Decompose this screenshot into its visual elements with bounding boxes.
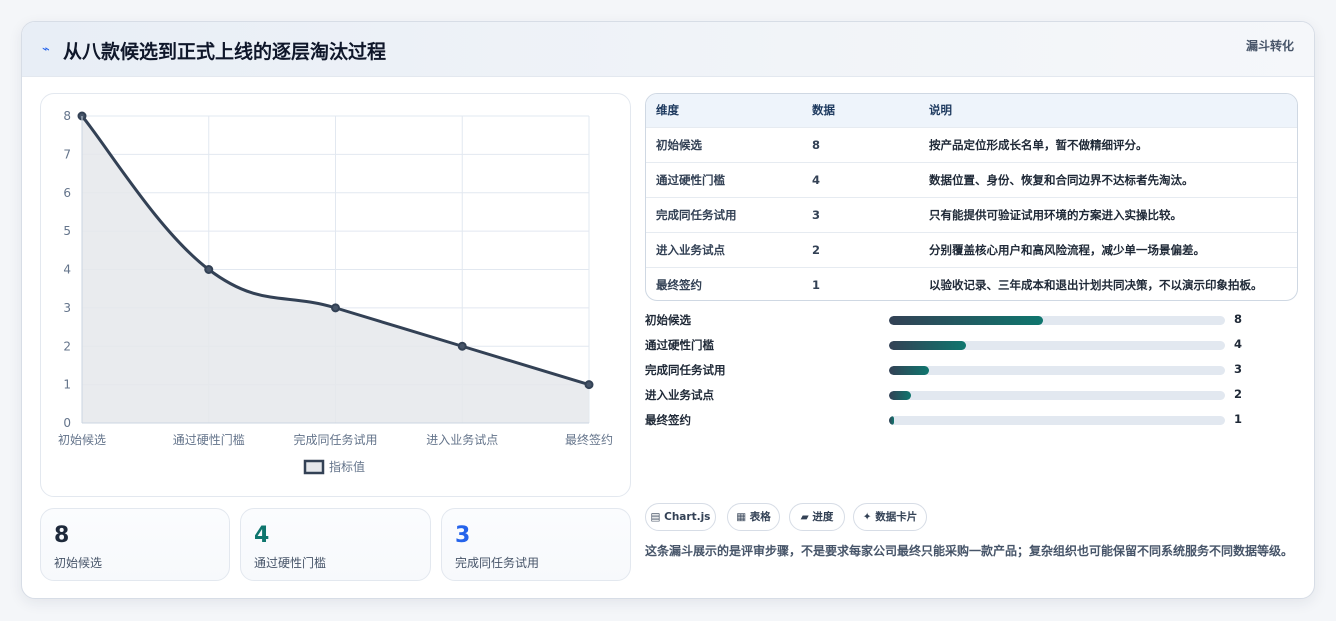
stat-label: 初始候选 — [54, 556, 103, 570]
progress-fill — [889, 341, 966, 350]
data-point — [331, 303, 340, 313]
stat-value: 3 — [455, 523, 471, 548]
stat-label: 通过硬性门槛 — [254, 556, 327, 570]
progress-track — [889, 341, 1225, 350]
progress-label: 初始候选 — [645, 313, 691, 327]
x-tick-label: 完成同任务试用 — [293, 432, 377, 447]
funnel-card: ⌁ 从八款候选到正式上线的逐层淘汰过程 漏斗转化 0 1 2 3 4 5 6 7 8 初始候选 通过… — [21, 21, 1315, 599]
legend-label: 指标值 — [329, 459, 365, 474]
table-cell: 数据位置、身份、恢复和合同边界不达标者先淘汰。 — [919, 161, 1297, 197]
progress-row: 最终签约 1 — [645, 412, 1298, 430]
stat-label: 完成同任务试用 — [455, 556, 540, 570]
x-tick-label: 进入业务试点 — [426, 432, 498, 447]
y-tick-label: 5 — [63, 224, 71, 238]
y-tick-label: 3 — [63, 301, 71, 315]
table-cell: 最终签约 — [646, 266, 802, 300]
progress-fill — [889, 366, 930, 375]
table-cell: 分别覆盖核心用户和高风险流程，减少单一场景偏差。 — [919, 231, 1297, 267]
lightning-icon: ⌁ — [42, 42, 50, 57]
card-header: ⌁ 从八款候选到正式上线的逐层淘汰过程 漏斗转化 — [22, 22, 1314, 77]
table-cell: 只有能提供可验证试用环境的方案进入实操比较。 — [919, 196, 1297, 232]
table-cell: 按产品定位形成长名单，暂不做精细评分。 — [919, 126, 1297, 162]
line-chart: 0 1 2 3 4 5 6 7 8 初始候选 通过硬性门槛 完成同任务试用 进入业务试点 最终签约指标值 — [40, 93, 631, 497]
progress-track — [889, 416, 1225, 425]
table-row: 最终签约 1 以验收记录、三年成本和退出计划共同决策，不以演示印象拍板。 — [646, 266, 1297, 300]
footnote: 这条漏斗展示的是评审步骤，不是要求每家公司最终只能采购一款产品；复杂组织也可能保… — [645, 544, 1294, 558]
progress-row: 进入业务试点 2 — [645, 387, 1298, 405]
table-cell: 3 — [802, 196, 919, 232]
table-cell: 4 — [802, 161, 919, 197]
table-cell: 1 — [802, 266, 919, 300]
table-row: 进入业务试点 2 分别覆盖核心用户和高风险流程，减少单一场景偏差。 — [646, 231, 1297, 267]
y-tick-label: 0 — [63, 416, 71, 430]
legend-swatch — [303, 459, 325, 475]
y-tick-label: 6 — [63, 186, 71, 200]
progress-fill — [889, 416, 895, 425]
stat-value: 8 — [54, 523, 70, 548]
progress-label: 通过硬性门槛 — [645, 338, 714, 352]
progress-row: 通过硬性门槛 4 — [645, 337, 1298, 355]
progress-value: 2 — [1234, 387, 1243, 401]
table-row: 通过硬性门槛 4 数据位置、身份、恢复和合同边界不达标者先淘汰。 — [646, 161, 1297, 197]
progress-track — [889, 316, 1225, 325]
table-cell: 通过硬性门槛 — [646, 161, 802, 197]
page-title: 从八款候选到正式上线的逐层淘汰过程 — [63, 41, 387, 63]
y-tick-label: 1 — [63, 378, 71, 392]
stat-card-trial: 3 完成同任务试用 — [441, 508, 631, 581]
table-header: 说明 — [919, 94, 1297, 127]
table-cell: 以验收记录、三年成本和退出计划共同决策，不以演示印象拍板。 — [919, 266, 1297, 300]
table-row: 完成同任务试用 3 只有能提供可验证试用环境的方案进入实操比较。 — [646, 196, 1297, 232]
pill-chartjs[interactable]: ▤ Chart.js — [645, 503, 716, 531]
data-point — [584, 380, 594, 390]
progress-value: 8 — [1234, 312, 1243, 326]
chart-svg: 0 1 2 3 4 5 6 7 8 初始候选 通过硬性门槛 完成同任务试用 进入业务试点 最终签约指标值 — [58, 109, 613, 475]
table-cell: 2 — [802, 231, 919, 267]
x-tick-label: 通过硬性门槛 — [173, 432, 245, 447]
pill-table[interactable]: ▦ 表格 — [727, 503, 780, 531]
table-cell: 8 — [802, 126, 919, 162]
data-point — [457, 341, 467, 351]
table-cell: 初始候选 — [646, 126, 802, 162]
y-tick-label: 8 — [63, 109, 71, 123]
table-header: 维度 — [646, 94, 802, 127]
progress-row: 初始候选 8 — [645, 312, 1298, 330]
pill-data-card[interactable]: ✦ 数据卡片 — [853, 503, 927, 531]
progress-list: 初始候选 8 通过硬性门槛 4 完成同任务试用 3 进入业务试点 2 最终签约 … — [645, 312, 1298, 432]
table-header: 数据 — [802, 94, 919, 127]
progress-label: 进入业务试点 — [645, 388, 714, 402]
progress-track — [889, 366, 1225, 375]
progress-label: 最终签约 — [645, 413, 691, 427]
table-cell: 进入业务试点 — [646, 231, 802, 267]
y-tick-label: 7 — [63, 147, 71, 161]
progress-value: 1 — [1234, 412, 1243, 426]
progress-fill — [889, 391, 912, 400]
pill-progress[interactable]: ▰ 进度 — [789, 503, 845, 531]
stat-card-threshold: 4 通过硬性门槛 — [240, 508, 431, 581]
progress-row: 完成同任务试用 3 — [645, 362, 1298, 380]
progress-label: 完成同任务试用 — [645, 363, 726, 377]
progress-fill — [889, 316, 1043, 325]
stat-value: 4 — [254, 523, 270, 548]
progress-track — [889, 391, 1225, 400]
stat-card-initial: 8 初始候选 — [40, 508, 230, 581]
category-tag: 漏斗转化 — [1245, 39, 1294, 53]
data-point — [204, 265, 214, 274]
data-table: 维度 数据 说明 初始候选 8 按产品定位形成长名单，暂不做精细评分。 通过硬性… — [645, 93, 1298, 301]
progress-value: 4 — [1234, 337, 1243, 351]
x-tick-label: 最终签约 — [565, 432, 613, 447]
table-row: 初始候选 8 按产品定位形成长名单，暂不做精细评分。 — [646, 126, 1297, 162]
y-tick-label: 4 — [63, 263, 71, 277]
y-tick-label: 2 — [63, 339, 71, 353]
table-cell: 完成同任务试用 — [646, 196, 802, 232]
x-tick-label: 初始候选 — [58, 433, 106, 447]
table-header-row: 维度 数据 说明 — [646, 94, 1297, 127]
progress-value: 3 — [1234, 362, 1243, 376]
